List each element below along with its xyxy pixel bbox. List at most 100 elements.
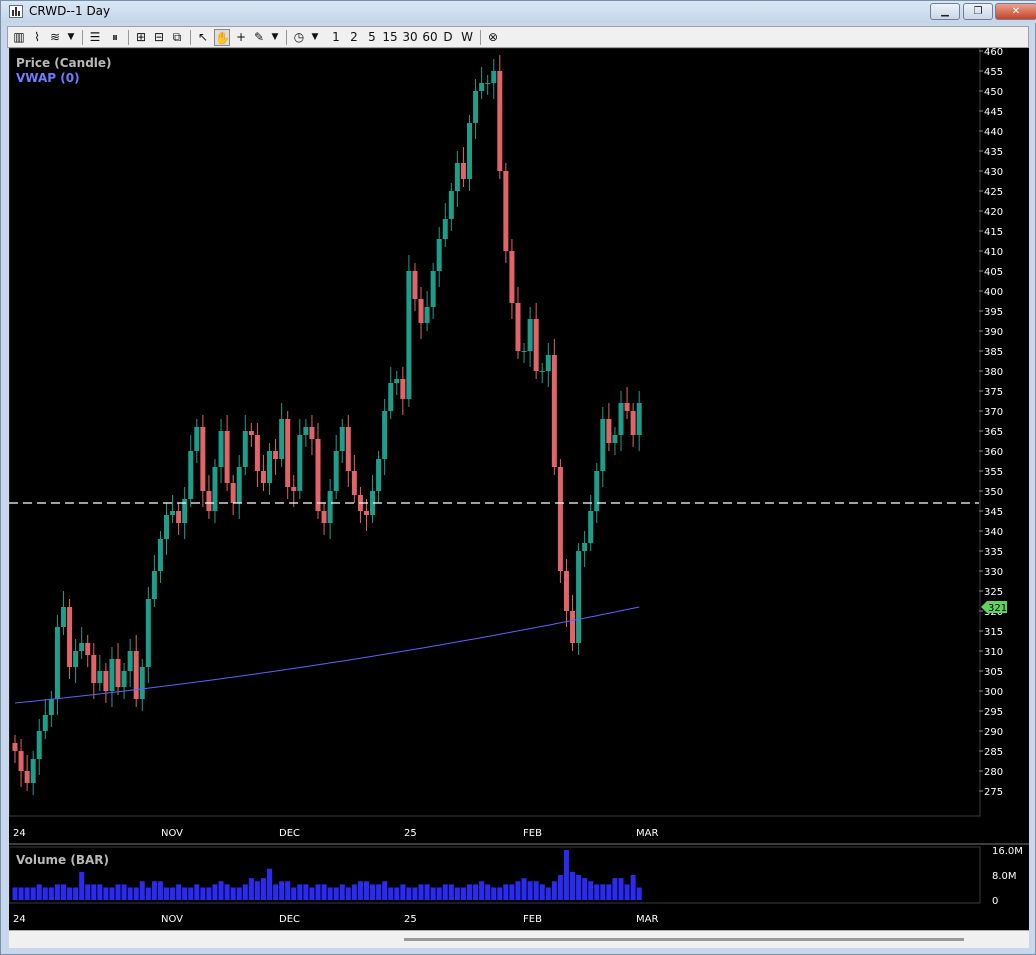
candle-body: [563, 571, 569, 611]
pointer-icon[interactable]: ↖: [196, 29, 210, 46]
candle-body: [503, 171, 509, 251]
line-chart-icon[interactable]: ⌇: [30, 29, 44, 46]
candle-body: [103, 671, 109, 691]
y-tick-label: 315: [984, 627, 1003, 638]
candle-body: [467, 123, 472, 179]
candle-body: [582, 543, 588, 551]
scroll-thumb[interactable]: [404, 938, 964, 941]
volume-bar: [630, 875, 636, 900]
y-tick-label: 325: [984, 587, 1003, 598]
candle-body: [206, 491, 212, 511]
zoom-fit-icon[interactable]: ⧉: [170, 29, 184, 46]
volume-bar: [460, 887, 466, 900]
volume-bar: [442, 884, 448, 900]
draw-pencil-icon[interactable]: ✎: [252, 29, 266, 46]
horizontal-lines-icon[interactable]: ☰: [88, 29, 102, 46]
volume-bar: [254, 881, 260, 900]
horizontal-scrollbar[interactable]: [9, 930, 1029, 948]
candle-body: [618, 403, 624, 435]
interval-1-button[interactable]: 1: [330, 29, 342, 46]
volume-x-axis-label: MAR: [636, 914, 658, 925]
volume-bar: [127, 887, 133, 900]
y-tick-label: 455: [984, 67, 1003, 78]
candle-body: [127, 651, 133, 671]
interval-d-button[interactable]: D: [442, 29, 454, 46]
restore-button[interactable]: ❐: [963, 3, 993, 20]
candle-body: [224, 431, 230, 483]
chart-style-icon[interactable]: ≋: [48, 29, 62, 46]
volume-bar: [503, 884, 509, 900]
clock-icon[interactable]: ◷: [292, 29, 306, 46]
candle-body: [545, 355, 551, 371]
candle-body: [164, 515, 169, 539]
candle-body: [491, 71, 497, 83]
x-axis-label: NOV: [161, 828, 183, 839]
y-tick-label: 310: [984, 647, 1003, 658]
y-tick-label: 435: [984, 147, 1003, 158]
last-price-label: 321: [988, 603, 1007, 614]
y-tick-label: 300: [984, 687, 1003, 698]
volume-bar: [594, 884, 600, 900]
draw-dropdown-icon[interactable]: ▼: [270, 29, 280, 46]
volume-bar: [363, 881, 369, 900]
candle-body: [351, 471, 357, 495]
y-tick-label: 280: [984, 767, 1003, 778]
interval-2-button[interactable]: 2: [348, 29, 360, 46]
interval-60-button[interactable]: 60: [422, 29, 438, 46]
price-pane-border: [9, 48, 981, 817]
y-tick-label: 380: [984, 367, 1003, 378]
candle-body: [454, 163, 460, 191]
candle-body: [315, 439, 321, 511]
chart-type-dropdown-icon[interactable]: ▼: [66, 29, 76, 46]
candle-body: [254, 435, 260, 471]
zoom-out-icon[interactable]: ⊟: [152, 29, 166, 46]
price-chart-svg[interactable]: 2752802852902953003053103153203253303353…: [9, 48, 1029, 930]
candle-body: [73, 651, 79, 667]
candle-body: [557, 467, 563, 571]
y-tick-label: 385: [984, 347, 1003, 358]
candle-body: [600, 419, 606, 471]
interval-30-button[interactable]: 30: [402, 29, 418, 46]
candle-body: [509, 251, 515, 303]
candle-body: [485, 83, 491, 84]
y-tick-label: 345: [984, 507, 1003, 518]
interval-5-button[interactable]: 5: [366, 29, 378, 46]
close-button[interactable]: ✕: [995, 3, 1036, 20]
candle-body: [570, 611, 576, 643]
y-tick-label: 335: [984, 547, 1003, 558]
candle-body: [157, 539, 163, 571]
candle-body: [303, 427, 309, 435]
y-tick-label: 460: [984, 48, 1003, 58]
candle-body: [424, 307, 430, 323]
volume-bar: [230, 887, 236, 900]
hand-icon[interactable]: ✋: [214, 29, 230, 46]
candle-body: [442, 219, 448, 239]
volume-bar: [133, 887, 139, 900]
volume-bar: [418, 884, 424, 900]
interval-15-button[interactable]: 15: [382, 29, 398, 46]
volume-bar: [176, 884, 182, 900]
vertical-lines-icon[interactable]: ⏸: [108, 29, 122, 46]
volume-tick-label: 8.0M: [992, 871, 1017, 882]
time-dropdown-icon[interactable]: ▼: [310, 29, 320, 46]
y-tick-label: 445: [984, 107, 1003, 118]
candle-body: [606, 419, 612, 443]
volume-bar: [24, 887, 30, 900]
volume-bar: [164, 887, 169, 900]
x-axis-label: DEC: [279, 828, 300, 839]
cancel-circle-icon[interactable]: ⊗: [486, 29, 500, 46]
candle-body: [194, 427, 200, 451]
zoom-in-icon[interactable]: ⊞: [134, 29, 148, 46]
volume-bar: [479, 881, 485, 900]
bar-chart-icon[interactable]: ▥: [12, 29, 26, 46]
crosshair-icon[interactable]: +: [234, 29, 248, 46]
candle-body: [594, 471, 600, 511]
volume-bar: [412, 887, 418, 900]
candle-body: [291, 487, 297, 491]
volume-bar: [582, 878, 588, 900]
chart-panel[interactable]: 2752802852902953003053103153203253303353…: [9, 48, 1029, 930]
interval-w-button[interactable]: W: [460, 29, 474, 46]
candle-body: [533, 319, 539, 371]
title-bar[interactable]: CRWD--1 Day ▁ ❐ ✕: [1, 1, 1036, 23]
minimize-button[interactable]: ▁: [930, 3, 960, 20]
